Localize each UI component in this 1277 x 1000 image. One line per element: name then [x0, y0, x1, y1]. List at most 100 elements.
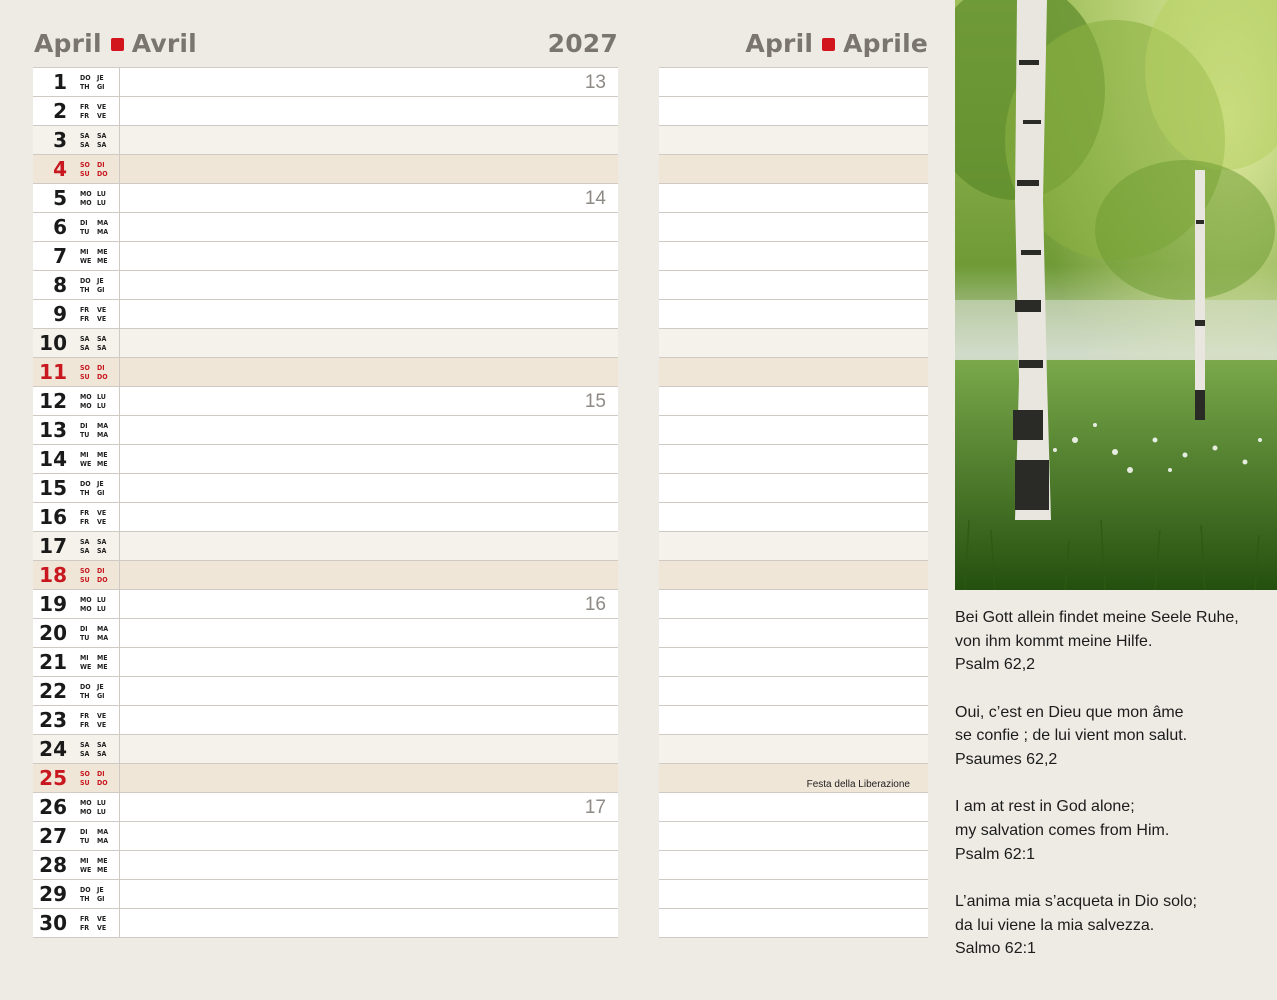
- day-row[interactable]: 2 FR VE FR VE: [33, 97, 618, 126]
- column-divider: [119, 822, 120, 851]
- day-row[interactable]: 24 SA SA SA SA: [33, 735, 618, 764]
- day-row[interactable]: 30 FR VE FR VE: [33, 909, 618, 938]
- day-row[interactable]: 12 MO LU MO LU 15: [33, 387, 618, 416]
- weekday-it: MA: [97, 228, 109, 236]
- notes-row[interactable]: [659, 300, 928, 329]
- notes-row[interactable]: [659, 474, 928, 503]
- weekday-it: ME: [97, 866, 108, 874]
- day-row[interactable]: 9 FR VE FR VE: [33, 300, 618, 329]
- notes-row[interactable]: [659, 706, 928, 735]
- notes-row[interactable]: [659, 126, 928, 155]
- year-label: 2027: [547, 29, 618, 58]
- day-row[interactable]: 26 MO LU MO LU 17: [33, 793, 618, 822]
- day-row[interactable]: 25 SO DI SU DO: [33, 764, 618, 793]
- day-row[interactable]: 4 SO DI SU DO: [33, 155, 618, 184]
- notes-row[interactable]: [659, 358, 928, 387]
- day-number: 13: [39, 418, 67, 442]
- weekday-en: TH: [80, 286, 90, 294]
- notes-row[interactable]: [659, 242, 928, 271]
- weekday-fr: DI: [97, 567, 105, 575]
- column-divider: [119, 648, 120, 677]
- weekday-it: VE: [97, 924, 107, 932]
- notes-row[interactable]: [659, 909, 928, 938]
- day-row[interactable]: 3 SA SA SA SA: [33, 126, 618, 155]
- weekday-it: SA: [97, 547, 107, 555]
- day-row[interactable]: 23 FR VE FR VE: [33, 706, 618, 735]
- notes-row[interactable]: [659, 735, 928, 764]
- notes-row[interactable]: [659, 416, 928, 445]
- notes-row[interactable]: [659, 271, 928, 300]
- notes-row[interactable]: [659, 880, 928, 909]
- notes-row[interactable]: [659, 793, 928, 822]
- day-row[interactable]: 7 MI ME WE ME: [33, 242, 618, 271]
- day-row[interactable]: 18 SO DI SU DO: [33, 561, 618, 590]
- weekday-it: DO: [97, 576, 108, 584]
- notes-row[interactable]: [659, 67, 928, 97]
- weekday-fr: VE: [97, 712, 107, 720]
- weekday-de: DO: [80, 74, 91, 82]
- weekday-de: SA: [80, 741, 90, 749]
- column-divider: [119, 358, 120, 387]
- day-row[interactable]: 8 DO JE TH GI: [33, 271, 618, 300]
- weekday-it: MA: [97, 837, 109, 845]
- notes-row[interactable]: [659, 619, 928, 648]
- notes-row[interactable]: [659, 445, 928, 474]
- weekday-abbrev: SO DI SU DO: [80, 770, 114, 788]
- day-number: 6: [53, 215, 67, 239]
- day-row[interactable]: 27 DI MA TU MA: [33, 822, 618, 851]
- day-row[interactable]: 21 MI ME WE ME: [33, 648, 618, 677]
- notes-row[interactable]: [659, 503, 928, 532]
- quote-german: Bei Gott allein findet meine Seele Ruhe,…: [955, 609, 1239, 674]
- weekday-abbrev: DI MA TU MA: [80, 422, 114, 440]
- day-row[interactable]: 28 MI ME WE ME: [33, 851, 618, 880]
- notes-row[interactable]: [659, 851, 928, 880]
- weekday-fr: JE: [97, 74, 104, 82]
- weekday-en: FR: [80, 112, 90, 120]
- day-row[interactable]: 13 DI MA TU MA: [33, 416, 618, 445]
- day-row[interactable]: 10 SA SA SA SA: [33, 329, 618, 358]
- day-row[interactable]: 17 SA SA SA SA: [33, 532, 618, 561]
- day-row[interactable]: 11 SO DI SU DO: [33, 358, 618, 387]
- notes-row[interactable]: [659, 213, 928, 242]
- day-row[interactable]: 14 MI ME WE ME: [33, 445, 618, 474]
- weekday-en: SU: [80, 373, 90, 381]
- notes-row[interactable]: [659, 677, 928, 706]
- weekday-abbrev: SO DI SU DO: [80, 364, 114, 382]
- weekday-fr: SA: [97, 741, 107, 749]
- day-row[interactable]: 6 DI MA TU MA: [33, 213, 618, 242]
- weekday-it: ME: [97, 663, 108, 671]
- weekday-en: SA: [80, 141, 90, 149]
- column-divider: [119, 242, 120, 271]
- weekday-it: LU: [97, 808, 106, 816]
- notes-row[interactable]: [659, 561, 928, 590]
- notes-row[interactable]: Festa della Liberazione: [659, 764, 928, 793]
- weekday-it: GI: [97, 692, 105, 700]
- weekday-it: SA: [97, 344, 107, 352]
- notes-row[interactable]: [659, 590, 928, 619]
- day-row[interactable]: 22 DO JE TH GI: [33, 677, 618, 706]
- weekday-en: WE: [80, 663, 92, 671]
- notes-row[interactable]: [659, 97, 928, 126]
- notes-row[interactable]: [659, 822, 928, 851]
- weekday-fr: DI: [97, 770, 105, 778]
- day-row[interactable]: 19 MO LU MO LU 16: [33, 590, 618, 619]
- notes-row[interactable]: [659, 387, 928, 416]
- notes-row[interactable]: [659, 329, 928, 358]
- day-row[interactable]: 1 DO JE TH GI 13: [33, 67, 618, 97]
- day-row[interactable]: 29 DO JE TH GI: [33, 880, 618, 909]
- day-row[interactable]: 15 DO JE TH GI: [33, 474, 618, 503]
- column-divider: [119, 764, 120, 793]
- weekday-fr: MA: [97, 625, 109, 633]
- notes-row[interactable]: [659, 155, 928, 184]
- notes-row[interactable]: [659, 648, 928, 677]
- day-row[interactable]: 5 MO LU MO LU 14: [33, 184, 618, 213]
- notes-row[interactable]: [659, 532, 928, 561]
- day-row[interactable]: 20 DI MA TU MA: [33, 619, 618, 648]
- notes-row[interactable]: [659, 184, 928, 213]
- day-number: 23: [39, 708, 67, 732]
- day-row[interactable]: 16 FR VE FR VE: [33, 503, 618, 532]
- weekday-fr: ME: [97, 248, 108, 256]
- column-divider: [119, 97, 120, 126]
- weekday-abbrev: DO JE TH GI: [80, 74, 114, 92]
- weekday-en: TH: [80, 489, 90, 497]
